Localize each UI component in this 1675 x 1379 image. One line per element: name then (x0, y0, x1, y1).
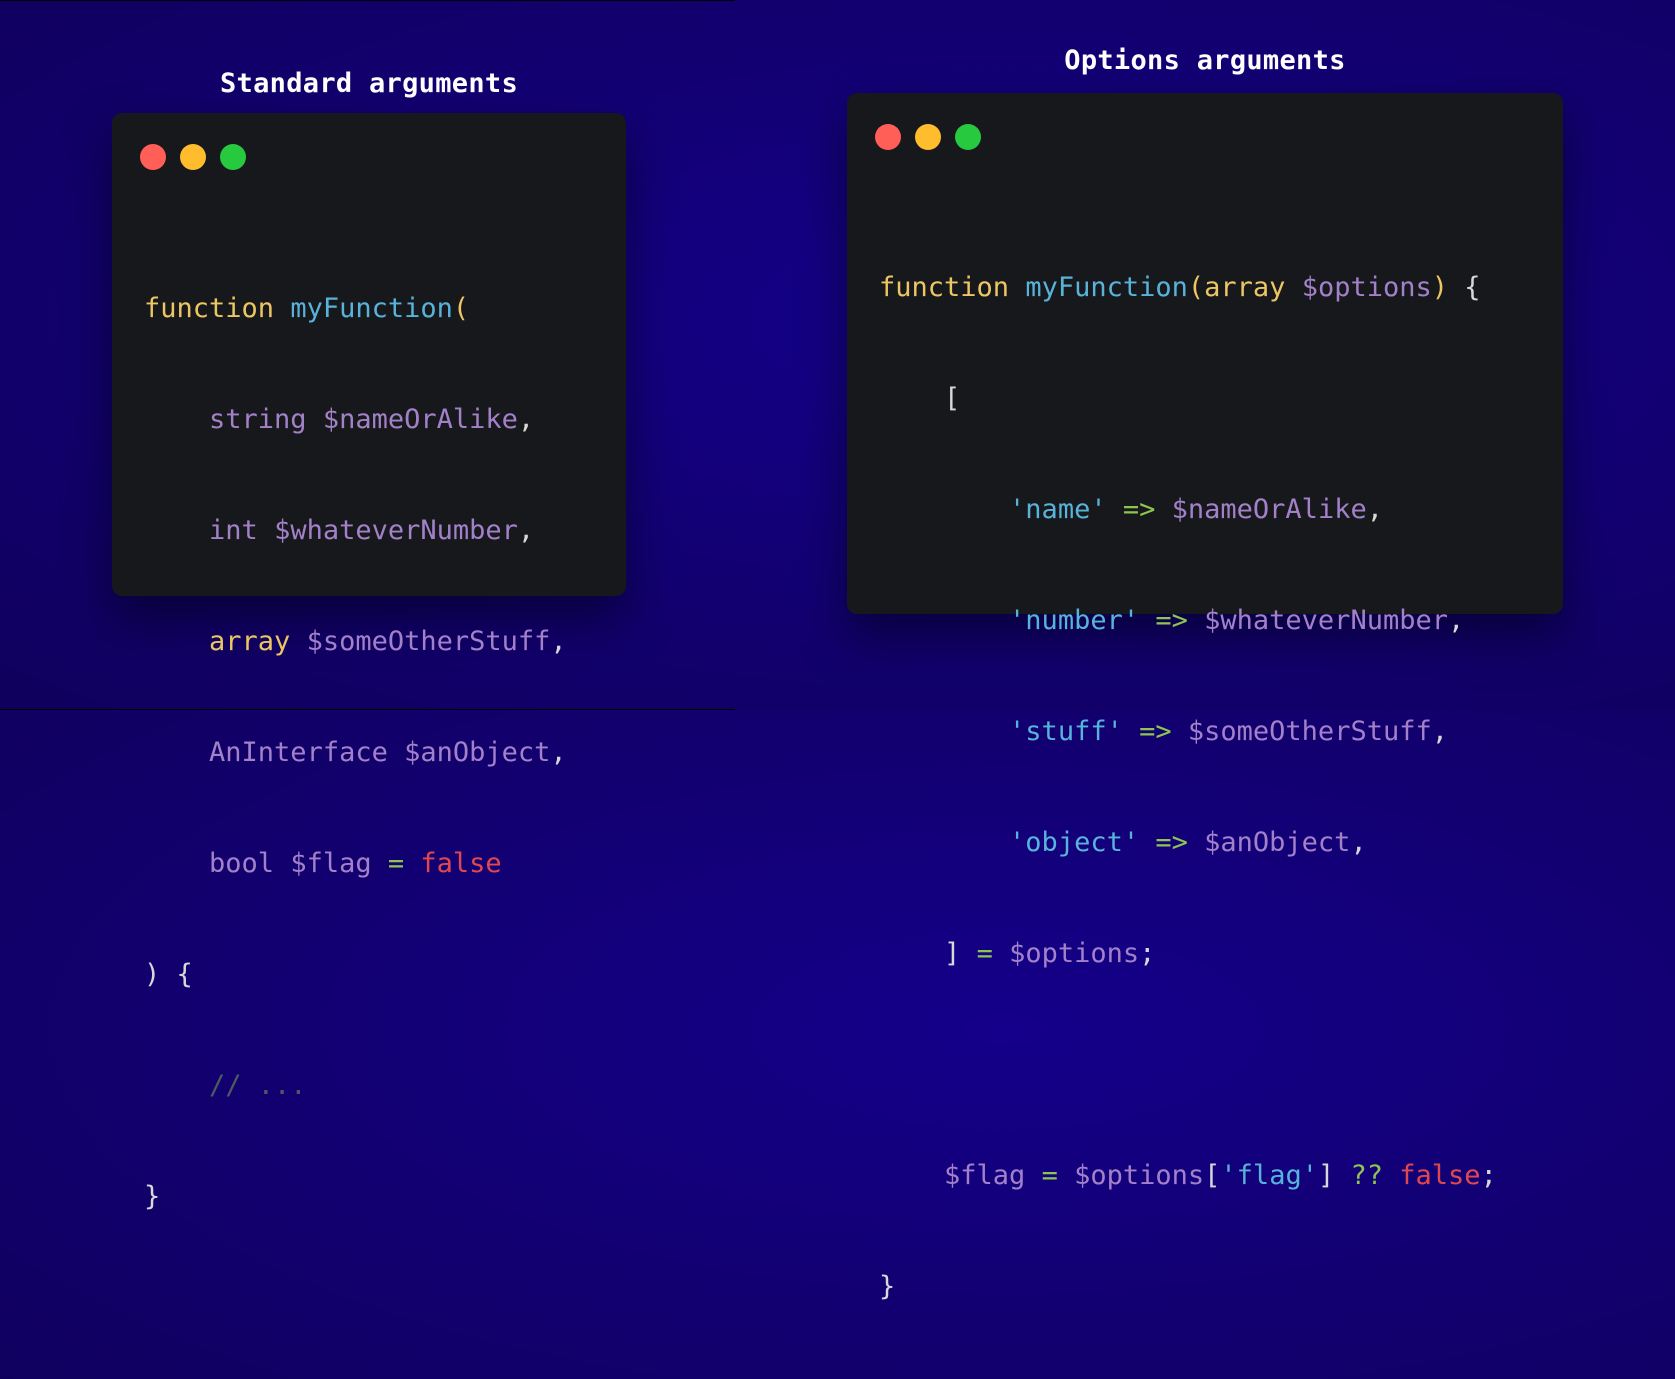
top-edge-line (0, 0, 735, 1)
comma: , (1366, 494, 1383, 525)
code-line: AnInterface $anObject, (144, 734, 567, 771)
code-line: } (879, 1268, 1497, 1305)
array-variable: $anObject (1204, 827, 1351, 858)
param-variable: $whateverNumber (274, 515, 518, 546)
code-line: } (144, 1178, 567, 1215)
comma: , (1350, 827, 1367, 858)
comma: , (1431, 716, 1448, 747)
arrow-operator: => (1139, 716, 1172, 747)
comma: , (550, 737, 567, 768)
open-bracket: [ (1204, 1160, 1221, 1191)
code-line: bool $flag = false (144, 845, 567, 882)
comma: , (517, 404, 535, 435)
code-line: function myFunction( (144, 290, 567, 327)
keyword-function: function (144, 293, 291, 324)
comment: // ... (209, 1070, 307, 1101)
flag-variable: $flag (944, 1160, 1026, 1191)
param-variable: $nameOrAlike (322, 404, 518, 435)
minimize-dot-icon[interactable] (915, 124, 941, 150)
window-controls (140, 144, 246, 170)
open-paren: ( (452, 293, 470, 324)
options-arguments-panel: Options arguments function myFunction(ar… (847, 40, 1563, 1302)
code-line: ) { (144, 956, 567, 993)
code-block: function myFunction(array $options) { [ … (879, 195, 1497, 1379)
window-controls (875, 124, 981, 150)
code-line: // ... (144, 1067, 567, 1104)
code-line: $flag = $options['flag'] ?? false; (879, 1157, 1497, 1194)
comma: , (1447, 605, 1465, 636)
assign-operator: = (976, 938, 993, 969)
close-dot-icon[interactable] (140, 144, 166, 170)
keyword-function: function (879, 272, 1026, 303)
close-brace: } (144, 1181, 161, 1212)
array-variable: $nameOrAlike (1171, 494, 1367, 525)
code-line: 'stuff' => $someOtherStuff, (879, 713, 1497, 750)
param-type: string (209, 404, 307, 435)
panel-title: Options arguments (1064, 45, 1346, 76)
param-type: array (209, 626, 291, 657)
array-key: 'stuff' (1009, 716, 1123, 747)
close-brace: } (879, 1271, 896, 1302)
standard-arguments-panel: Standard arguments function myFunction( … (112, 60, 626, 1212)
code-window: function myFunction( string $nameOrAlike… (112, 113, 626, 1212)
code-window: function myFunction(array $options) { [ … (847, 93, 1563, 1302)
code-block: function myFunction( string $nameOrAlike… (144, 216, 567, 1289)
code-line: int $whateverNumber, (144, 512, 567, 549)
code-line: function myFunction(array $options) { (879, 269, 1497, 306)
close-bracket: ] (1317, 1160, 1335, 1191)
function-name: myFunction (290, 293, 453, 324)
code-line: 'object' => $anObject, (879, 824, 1497, 861)
code-line: 'number' => $whateverNumber, (879, 602, 1497, 639)
open-paren: ( (1187, 272, 1205, 303)
comma: , (550, 626, 567, 657)
array-key: 'flag' (1220, 1160, 1318, 1191)
code-line: [ (879, 380, 1497, 417)
param-type: bool (209, 848, 275, 879)
assign-operator: = (1041, 1160, 1058, 1191)
param-type: AnInterface (209, 737, 388, 768)
options-variable: $options (1074, 1160, 1205, 1191)
param-variable: $someOtherStuff (306, 626, 551, 657)
array-variable: $whateverNumber (1204, 605, 1448, 636)
param-type: array (1204, 272, 1286, 303)
array-key: 'object' (1009, 827, 1140, 858)
default-value: false (420, 848, 502, 879)
array-key: 'number' (1009, 605, 1140, 636)
coalesce-operator: ?? (1350, 1160, 1384, 1191)
maximize-dot-icon[interactable] (220, 144, 246, 170)
maximize-dot-icon[interactable] (955, 124, 981, 150)
open-bracket: [ (944, 383, 961, 414)
assign-operator: = (387, 848, 405, 879)
close-signature: ) { (144, 959, 193, 990)
semicolon: ; (1139, 938, 1156, 969)
arrow-operator: => (1155, 605, 1188, 636)
code-line: ] = $options; (879, 935, 1497, 972)
arrow-operator: => (1155, 827, 1188, 858)
comma: , (517, 515, 535, 546)
param-variable: $flag (290, 848, 372, 879)
param-variable: $anObject (404, 737, 551, 768)
minimize-dot-icon[interactable] (180, 144, 206, 170)
param-variable: $options (1301, 272, 1432, 303)
close-bracket: ] (944, 938, 961, 969)
panel-title: Standard arguments (220, 68, 518, 99)
open-brace: { (1448, 272, 1481, 303)
array-key: 'name' (1009, 494, 1107, 525)
semicolon: ; (1480, 1160, 1497, 1191)
code-line: array $someOtherStuff, (144, 623, 567, 660)
function-name: myFunction (1025, 272, 1188, 303)
default-value: false (1399, 1160, 1481, 1191)
options-variable: $options (1009, 938, 1140, 969)
param-type: int (209, 515, 258, 546)
code-line: string $nameOrAlike, (144, 401, 567, 438)
code-line: 'name' => $nameOrAlike, (879, 491, 1497, 528)
close-paren: ) (1431, 272, 1448, 303)
close-dot-icon[interactable] (875, 124, 901, 150)
arrow-operator: => (1122, 494, 1156, 525)
array-variable: $someOtherStuff (1187, 716, 1432, 747)
